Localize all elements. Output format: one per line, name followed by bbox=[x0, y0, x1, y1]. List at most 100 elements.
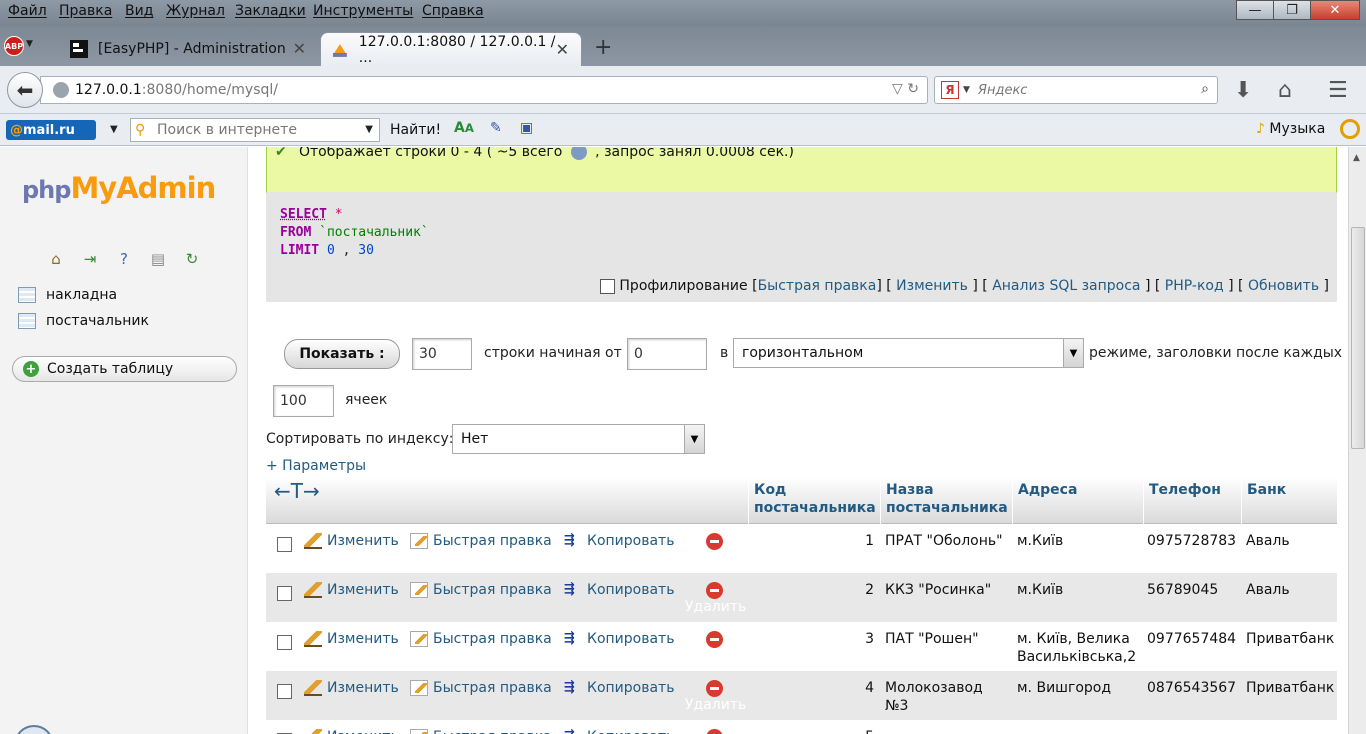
chevron-down-icon[interactable]: ▼ bbox=[1063, 339, 1083, 367]
quick-edit-link[interactable]: Быстрая правка bbox=[758, 278, 877, 294]
scrollbar-thumb[interactable] bbox=[1351, 227, 1365, 449]
help-icon[interactable]: ? bbox=[114, 249, 134, 269]
gear-icon[interactable] bbox=[1340, 119, 1360, 139]
show-button[interactable]: Показать : bbox=[284, 339, 400, 369]
docs-icon[interactable]: ▤ bbox=[148, 249, 168, 269]
column-header-bank[interactable]: Банк bbox=[1241, 481, 1337, 524]
close-tab-icon[interactable]: ✕ bbox=[556, 40, 569, 59]
cell-kod[interactable]: 5 bbox=[756, 728, 874, 734]
cell-telefon[interactable]: 0876543567 bbox=[1147, 679, 1243, 697]
mailru-logo[interactable]: @ mail.ru bbox=[6, 120, 96, 140]
cell-bank[interactable]: Аваль bbox=[1246, 532, 1341, 550]
row-delete-icon[interactable] bbox=[706, 631, 723, 648]
row-quick-edit-link[interactable]: Быстрая правка bbox=[410, 729, 552, 734]
menu-bookmarks[interactable]: Закладки bbox=[235, 3, 306, 19]
start-row-input[interactable]: 0 bbox=[627, 338, 707, 370]
menu-edit[interactable]: Правка bbox=[59, 3, 112, 19]
menu-view[interactable]: Вид bbox=[125, 3, 153, 19]
cell-nazva[interactable]: ПРАТ "Оболонь" bbox=[885, 532, 1011, 550]
cell-bank[interactable]: Аваль bbox=[1246, 581, 1341, 599]
row-copy-link[interactable]: ⇶ Копировать bbox=[564, 729, 674, 734]
row-delete-icon[interactable] bbox=[706, 582, 723, 599]
cell-kod[interactable]: 2 bbox=[756, 581, 874, 599]
row-quick-edit-link[interactable]: Быстрая правка bbox=[410, 631, 552, 647]
search-icon[interactable]: ⌕ bbox=[1201, 81, 1209, 97]
cell-bank[interactable]: Приватбанк bbox=[1246, 679, 1341, 697]
cell-bank[interactable]: Приватбанк bbox=[1246, 630, 1341, 648]
cell-adresa[interactable]: м.Київ bbox=[1017, 532, 1143, 550]
cell-adresa[interactable]: м.Київ bbox=[1017, 581, 1143, 599]
scroll-up-icon[interactable]: ▲ bbox=[1353, 153, 1360, 163]
home-icon[interactable]: ⌂ bbox=[1278, 78, 1292, 103]
header-repeat-input[interactable]: 100 bbox=[273, 385, 334, 417]
row-edit-link[interactable]: Изменить bbox=[304, 582, 399, 598]
display-mode-select[interactable]: горизонтальном ▼ bbox=[733, 338, 1084, 368]
text-size-icon[interactable]: AA bbox=[454, 120, 476, 140]
sidebar-item-postachalnyk[interactable]: постачальник bbox=[18, 313, 149, 329]
search-engine-dropdown-icon[interactable]: ▼ bbox=[963, 85, 970, 95]
back-button[interactable]: ⬅ bbox=[7, 72, 43, 108]
search-bar[interactable]: Я ▼ Яндекс ⌕ bbox=[934, 76, 1218, 104]
column-header-telefon[interactable]: Телефон bbox=[1143, 481, 1241, 524]
column-header-nazva[interactable]: Назва постачальника bbox=[880, 481, 1012, 524]
download-icon[interactable]: ⬇ bbox=[1234, 78, 1252, 103]
row-quick-edit-link[interactable]: Быстрая правка bbox=[410, 680, 552, 696]
row-copy-link[interactable]: ⇶ Копировать bbox=[564, 680, 674, 696]
edit-link[interactable]: Изменить bbox=[896, 278, 968, 294]
row-checkbox[interactable] bbox=[277, 537, 292, 552]
analyze-sql-link[interactable]: Анализ SQL запроса bbox=[992, 278, 1140, 294]
row-copy-link[interactable]: ⇶ Копировать bbox=[564, 533, 674, 549]
row-copy-link[interactable]: ⇶ Копировать bbox=[564, 631, 674, 647]
close-window-button[interactable]: ✕ bbox=[1310, 0, 1360, 20]
page-scrollbar[interactable]: ▲ bbox=[1348, 147, 1366, 734]
sort-index-select[interactable]: Нет ▼ bbox=[452, 424, 705, 454]
menu-file[interactable]: Файл bbox=[8, 3, 47, 19]
highlight-icon[interactable]: ✎ bbox=[490, 120, 512, 140]
home-icon[interactable]: ⌂ bbox=[46, 249, 66, 269]
row-checkbox[interactable] bbox=[277, 635, 292, 650]
internet-search-field[interactable]: ⚲ Поиск в интернете ▼ bbox=[130, 118, 380, 142]
menu-hamburger-icon[interactable]: ☰ bbox=[1328, 78, 1348, 103]
row-edit-link[interactable]: Изменить bbox=[304, 631, 399, 647]
music-button[interactable]: ♪ Музыка bbox=[1256, 121, 1325, 137]
restore-button[interactable]: ❐ bbox=[1273, 0, 1311, 20]
row-delete-icon[interactable] bbox=[706, 680, 723, 697]
info-icon[interactable] bbox=[570, 147, 587, 160]
cell-telefon[interactable]: 0975728783 bbox=[1147, 532, 1243, 550]
cell-adresa[interactable]: м. Вишгород bbox=[1017, 679, 1143, 697]
cell-telefon[interactable]: 0977657484 bbox=[1147, 630, 1243, 648]
tab-easyphp[interactable]: [EasyPHP] - Administration ✕ bbox=[60, 32, 318, 66]
row-checkbox[interactable] bbox=[277, 684, 292, 699]
menu-history[interactable]: Журнал bbox=[166, 3, 225, 19]
profiling-checkbox[interactable] bbox=[600, 278, 616, 294]
create-table-button[interactable]: + Создать таблицу bbox=[12, 356, 237, 382]
address-bar[interactable]: 127.0.0.1 :8080/home/mysql/ ▽ ↻ bbox=[40, 76, 928, 104]
help-circle-icon[interactable] bbox=[14, 725, 54, 734]
refresh-link[interactable]: Обновить bbox=[1248, 278, 1319, 294]
menu-tools[interactable]: Инструменты bbox=[313, 3, 413, 19]
row-edit-link[interactable]: Изменить bbox=[304, 533, 399, 549]
cell-kod[interactable]: 4 bbox=[756, 679, 874, 697]
cell-nazva[interactable]: Молокозавод №3 bbox=[885, 679, 1011, 715]
close-tab-icon[interactable]: ✕ bbox=[293, 39, 306, 58]
reload-icon[interactable]: ▽ ↻ bbox=[892, 81, 919, 97]
options-link[interactable]: + Параметры bbox=[266, 458, 366, 474]
column-arrows-icon[interactable]: ←T→ bbox=[274, 479, 320, 503]
row-copy-link[interactable]: ⇶ Копировать bbox=[564, 582, 674, 598]
cell-kod[interactable]: 3 bbox=[756, 630, 874, 648]
row-quick-edit-link[interactable]: Быстрая правка bbox=[410, 533, 552, 549]
minimize-button[interactable]: — bbox=[1236, 0, 1274, 20]
screenshot-icon[interactable]: ▣ bbox=[520, 120, 542, 140]
rows-count-input[interactable]: 30 bbox=[412, 338, 472, 370]
menu-help[interactable]: Справка bbox=[422, 3, 484, 19]
yandex-icon[interactable]: Я bbox=[941, 81, 959, 99]
chevron-down-icon[interactable]: ▼ bbox=[684, 425, 704, 453]
new-tab-button[interactable]: + bbox=[594, 35, 612, 60]
column-header-adresa[interactable]: Адреса bbox=[1012, 481, 1143, 524]
phpmyadmin-logo[interactable]: phpMyAdmin bbox=[22, 171, 216, 205]
row-delete-icon[interactable] bbox=[706, 533, 723, 550]
cell-telefon[interactable]: 56789045 bbox=[1147, 581, 1243, 599]
cell-kod[interactable]: 1 bbox=[756, 532, 874, 550]
row-edit-link[interactable]: Изменить bbox=[304, 729, 399, 734]
reload-icon[interactable]: ↻ bbox=[182, 249, 202, 269]
